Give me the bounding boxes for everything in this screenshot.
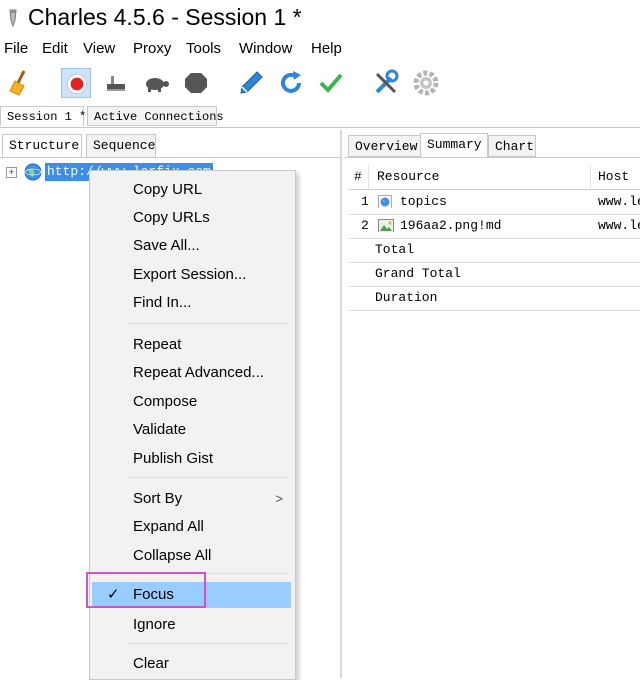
window-title: Charles 4.5.6 - Session 1 *	[28, 4, 302, 30]
settings-gear-icon[interactable]	[411, 68, 441, 98]
menu-item-publish-gist[interactable]: Publish Gist	[90, 446, 295, 472]
table-row[interactable]: 2 196aa2.png!md www.le	[348, 214, 640, 239]
menu-item-collapse-all[interactable]: Collapse All	[90, 543, 295, 569]
tab-chart[interactable]: Chart	[488, 135, 536, 157]
menu-separator	[128, 477, 288, 478]
checkmark-icon[interactable]	[316, 68, 346, 98]
globe-icon	[24, 163, 42, 181]
resource-host: www.le	[598, 194, 640, 209]
menu-view[interactable]: View	[83, 39, 115, 59]
menu-item-find-in[interactable]: Find In...	[90, 290, 295, 316]
submenu-arrow-icon: >	[275, 491, 283, 506]
menu-item-label: Validate	[133, 421, 187, 438]
summary-row-total[interactable]: Total	[348, 238, 640, 263]
menu-item-label: Export Session...	[133, 266, 247, 283]
table-header-row: # Resource Host	[348, 165, 640, 190]
menu-window[interactable]: Window	[239, 39, 292, 59]
pen-icon[interactable]	[236, 68, 266, 98]
resource-name: topics	[400, 194, 447, 209]
tab-summary[interactable]: Summary	[420, 133, 488, 157]
menu-item-label: Repeat Advanced...	[133, 364, 264, 381]
focus-annotation-box	[86, 572, 206, 608]
menu-item-ignore[interactable]: Ignore	[90, 612, 295, 638]
globe-icon	[378, 194, 392, 208]
tree-expand-icon[interactable]: +	[6, 167, 17, 178]
menu-item-export-session[interactable]: Export Session...	[90, 262, 295, 288]
column-header-number[interactable]: #	[354, 165, 362, 189]
menu-item-save-all[interactable]: Save All...	[90, 233, 295, 259]
tab-active-connections[interactable]: Active Connections	[87, 106, 224, 126]
image-icon	[378, 218, 394, 232]
menu-item-compose[interactable]: Compose	[90, 389, 295, 415]
tab-session-1[interactable]: Session 1 *	[0, 106, 86, 126]
tab-overview[interactable]: Overview	[348, 135, 422, 157]
column-header-host[interactable]: Host	[598, 165, 629, 189]
row-number: 1	[361, 194, 369, 209]
tab-sequence[interactable]: Sequence	[86, 134, 156, 158]
menu-item-label: Expand All	[133, 518, 204, 535]
toolbar	[0, 62, 640, 104]
menu-item-label: Clear	[133, 655, 169, 672]
tab-underline	[344, 157, 640, 158]
menu-item-label: Copy URLs	[133, 209, 210, 226]
menu-item-copy-urls[interactable]: Copy URLs	[90, 205, 295, 231]
summary-label: Duration	[375, 290, 438, 305]
menu-proxy[interactable]: Proxy	[133, 39, 171, 59]
menu-item-copy-url[interactable]: Copy URL	[90, 177, 295, 203]
stop-icon[interactable]	[181, 68, 211, 98]
title-bar: Charles 4.5.6 - Session 1 *	[0, 0, 640, 36]
menu-item-label: Publish Gist	[133, 450, 214, 467]
menu-separator	[128, 643, 288, 644]
menu-item-label: Compose	[133, 393, 198, 410]
menu-item-label: Ignore	[133, 616, 176, 633]
column-divider	[590, 165, 591, 189]
broom-icon[interactable]	[6, 68, 36, 98]
turtle-icon[interactable]	[141, 68, 171, 98]
menu-item-validate[interactable]: Validate	[90, 417, 295, 443]
summary-label: Total	[375, 242, 415, 257]
column-header-resource[interactable]: Resource	[377, 165, 439, 189]
table-row[interactable]: 1 topics www.le	[348, 190, 640, 215]
menu-separator	[128, 323, 288, 324]
menu-item-label: Copy URL	[133, 181, 203, 198]
menu-item-expand-all[interactable]: Expand All	[90, 514, 295, 540]
record-icon	[66, 73, 88, 95]
tab-structure[interactable]: Structure	[2, 134, 82, 158]
resource-name: 196aa2.png!md	[400, 218, 502, 233]
summary-row-duration[interactable]: Duration	[348, 286, 640, 311]
menu-item-label: Find In...	[133, 294, 192, 311]
menu-item-repeat-advanced[interactable]: Repeat Advanced...	[90, 360, 295, 386]
tab-underline	[0, 157, 340, 158]
menu-help[interactable]: Help	[311, 39, 342, 59]
menu-file[interactable]: File	[4, 39, 28, 59]
detail-pane: Overview Summary Chart # Resource Host 1…	[344, 130, 640, 678]
session-tab-bar: Session 1 * Active Connections	[0, 105, 640, 128]
throttle-icon[interactable]	[101, 68, 131, 98]
resource-host: www.le	[598, 218, 640, 233]
menu-item-label: Sort By	[133, 490, 183, 507]
tools-icon[interactable]	[371, 68, 401, 98]
menu-item-clear[interactable]: Clear	[90, 651, 295, 677]
menu-item-repeat[interactable]: Repeat	[90, 332, 295, 358]
row-number: 2	[361, 218, 369, 233]
summary-label: Grand Total	[375, 266, 461, 281]
charles-app-icon	[6, 8, 20, 28]
summary-row-grand-total[interactable]: Grand Total	[348, 262, 640, 287]
menu-tools[interactable]: Tools	[186, 39, 221, 59]
menu-item-label: Collapse All	[133, 547, 212, 564]
menu-bar: File Edit View Proxy Tools Window Help	[0, 37, 640, 61]
record-button[interactable]	[61, 68, 91, 98]
refresh-icon[interactable]	[276, 68, 306, 98]
menu-edit[interactable]: Edit	[42, 39, 68, 59]
menu-item-sort-by[interactable]: Sort By >	[90, 486, 295, 512]
menu-item-label: Save All...	[133, 237, 200, 254]
menu-item-label: Repeat	[133, 336, 182, 353]
column-divider	[368, 165, 369, 189]
